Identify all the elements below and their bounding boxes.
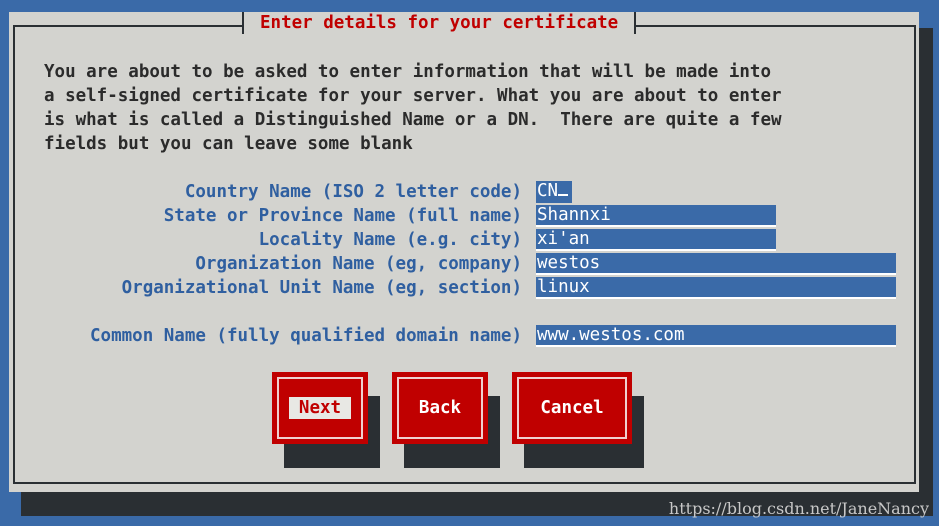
state-name-input[interactable]: Shannxi: [536, 205, 776, 227]
cancel-button-border: Cancel: [517, 377, 627, 439]
intro-line-4: fields but you can leave some blank: [44, 134, 413, 154]
next-button[interactable]: Next: [272, 372, 368, 444]
next-button-label: Next: [288, 397, 352, 419]
watermark: https://blog.csdn.net/JaneNancy: [668, 499, 929, 518]
common-name-label: Common Name (fully qualified domain name…: [90, 326, 522, 346]
country-name-label: Country Name (ISO 2 letter code): [184, 182, 522, 202]
back-button[interactable]: Back: [392, 372, 488, 444]
cancel-button-label: Cancel: [540, 398, 604, 418]
locality-name-input[interactable]: xi'an: [536, 229, 776, 251]
state-name-label: State or Province Name (full name): [163, 206, 522, 226]
organization-name-input[interactable]: westos: [536, 253, 896, 275]
back-button-border: Back: [397, 377, 483, 439]
intro-line-1: You are about to be asked to enter infor…: [44, 62, 771, 82]
next-button-border: Next: [277, 377, 363, 439]
locality-name-label: Locality Name (e.g. city): [258, 230, 522, 250]
cancel-button[interactable]: Cancel: [512, 372, 632, 444]
organization-name-label: Organization Name (eg, company): [195, 254, 522, 274]
organizational-unit-input[interactable]: linux: [536, 277, 896, 299]
dialog-shadow-right: [919, 28, 933, 516]
dialog-title: Enter details for your certificate: [242, 12, 637, 34]
organizational-unit-label: Organizational Unit Name (eg, section): [121, 278, 522, 298]
country-name-value: CN: [537, 181, 559, 201]
intro-line-2: a self-signed certificate for your serve…: [44, 86, 782, 106]
country-name-input[interactable]: CN: [536, 181, 572, 203]
intro-line-3: is what is called a Distinguished Name o…: [44, 110, 782, 130]
common-name-input[interactable]: www.westos.com: [536, 325, 896, 347]
certificate-dialog: Enter details for your certificate You a…: [9, 12, 919, 492]
back-button-label: Back: [418, 398, 462, 418]
text-cursor: [558, 194, 569, 196]
